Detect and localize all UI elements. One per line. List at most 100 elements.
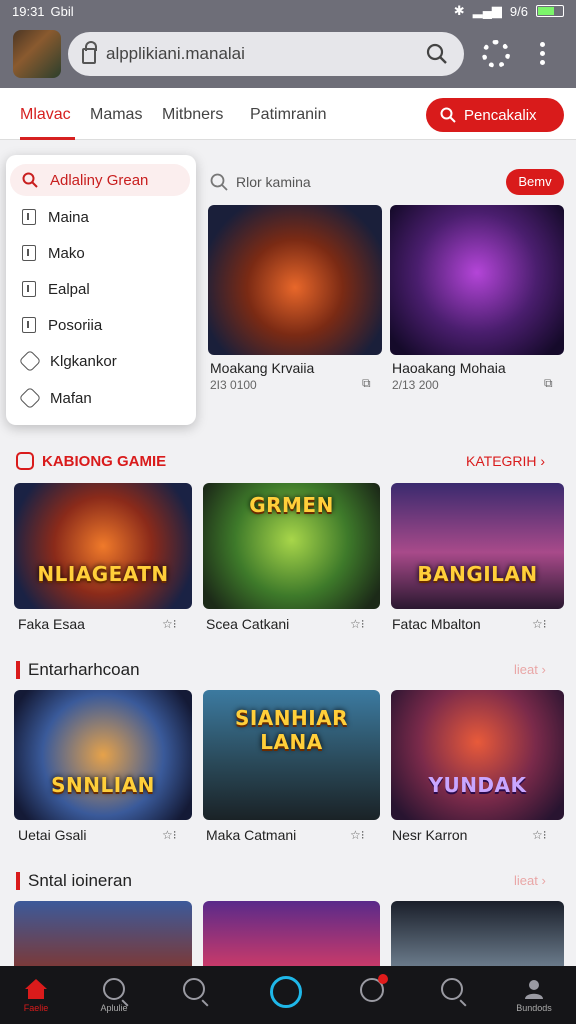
menu-item-6[interactable]: Mafan	[10, 382, 190, 414]
content-search-input[interactable]: Rlor kamina	[204, 166, 494, 198]
section-link-text: lieat	[514, 873, 538, 888]
section-title-text: KABIONG GAMIE	[42, 452, 167, 470]
game-title[interactable]: Scea Catkani	[206, 616, 289, 632]
bluetooth-icon: ✱	[453, 3, 465, 18]
game-logo-text: GRMEN	[249, 493, 334, 517]
tab-3[interactable]: Patimranin	[250, 106, 326, 124]
game-title[interactable]: Uetai Gsali	[18, 827, 86, 843]
search-icon[interactable]	[426, 43, 448, 65]
top-tabs: Mlavac Mamas Mitbners Patimranin Pencaka…	[0, 88, 576, 140]
section-title-text: Entarharhcoan	[28, 660, 140, 679]
bottom-navigation: Faelie Aplulie Bundods	[0, 966, 576, 1024]
nav-notifications[interactable]	[342, 974, 402, 1020]
content-search-placeholder: Rlor kamina	[236, 174, 311, 190]
gallery-icon[interactable]: ⧉	[544, 376, 553, 391]
profile-icon	[525, 980, 543, 999]
game-title[interactable]: Fatac Mbalton	[392, 616, 481, 632]
rating-star-icon: ☆⁝	[532, 828, 547, 842]
game-logo-text: SNNLIAN	[51, 772, 155, 797]
rating-star-icon: ☆⁝	[532, 617, 547, 631]
tab-0[interactable]: Mlavac	[20, 106, 75, 140]
signal-icon: ▂▄▆	[472, 3, 502, 18]
status-bar: 19:31 Gbil ✱ ▂▄▆ 9/6	[0, 0, 576, 22]
menu-item-label: Ealpal	[48, 280, 90, 298]
status-time: 19:31	[12, 3, 45, 19]
search-icon	[103, 978, 125, 1000]
battery-text: 9/6	[509, 3, 528, 19]
game-thumbnail[interactable]: BANGILAN	[391, 483, 564, 609]
game-title[interactable]: Maka Catmani	[206, 827, 296, 843]
search-button-label: Pencakalix	[464, 106, 537, 124]
game-thumbnail[interactable]: NLIAGEATN	[14, 483, 192, 609]
game-title[interactable]: Faka Esaa	[18, 616, 85, 632]
gallery-icon[interactable]: ⧉	[362, 376, 371, 391]
circle-icon	[270, 976, 302, 1008]
menu-item-label: Mako	[48, 244, 85, 262]
game-thumbnail[interactable]	[203, 901, 380, 966]
section-accent-bar	[16, 661, 20, 679]
game-title[interactable]: Moakang Krvaiia	[210, 360, 314, 376]
game-thumbnail[interactable]	[391, 901, 564, 966]
address-bar[interactable]: alpplikiani.manalai	[68, 32, 464, 76]
nav-search[interactable]: Aplulie	[84, 974, 144, 1020]
game-thumbnail[interactable]: SNNLIAN	[14, 690, 192, 820]
section-accent-bar	[16, 872, 20, 890]
game-title[interactable]: Nesr Karron	[392, 827, 467, 843]
section-link[interactable]: lieat ›	[514, 873, 546, 888]
search-button[interactable]: Pencakalix	[426, 98, 564, 132]
url-text: alpplikiani.manalai	[106, 44, 245, 63]
nav-label: Faelie	[23, 1003, 49, 1013]
hexagon-icon	[18, 349, 42, 373]
tab-2[interactable]: Mitbners	[162, 106, 223, 124]
nav-center[interactable]	[256, 974, 316, 1020]
menu-item-label: Maina	[48, 208, 89, 226]
game-thumbnail[interactable]: GRMEN	[203, 483, 380, 609]
menu-item-4[interactable]: Posoriia	[10, 309, 190, 341]
game-thumbnail[interactable]	[14, 901, 192, 966]
game-meta: 2/13 200	[392, 378, 439, 392]
nav-search-2[interactable]	[422, 974, 482, 1020]
rating-star-icon: ☆⁝	[350, 828, 365, 842]
rating-star-icon: ☆⁝	[162, 617, 177, 631]
nav-home[interactable]: Faelie	[6, 974, 66, 1020]
menu-item-label: Posoriia	[48, 316, 103, 334]
lock-icon	[82, 41, 97, 64]
game-title[interactable]: Haoakang Mohaia	[392, 360, 506, 376]
box-icon	[22, 209, 36, 225]
dropdown-menu: Adlaliny Grean Maina Mako Ealpal Posorii…	[6, 155, 196, 425]
box-icon	[22, 317, 36, 333]
demo-button[interactable]: Bemv	[506, 169, 564, 195]
menu-item-2[interactable]: Mako	[10, 237, 190, 269]
game-thumbnail[interactable]: YUNDAK	[391, 690, 564, 820]
site-favicon[interactable]	[13, 30, 61, 78]
game-thumbnail[interactable]	[208, 205, 382, 355]
menu-item-5[interactable]: Klgkankor	[10, 345, 190, 377]
box-icon	[22, 281, 36, 297]
search-icon	[210, 173, 228, 191]
nav-explore[interactable]	[164, 974, 224, 1020]
section-title: Entarharhcoan	[16, 660, 140, 680]
notification-icon	[360, 974, 388, 1002]
sync-icon[interactable]	[482, 40, 510, 68]
search-icon	[441, 978, 463, 1000]
home-icon	[25, 979, 47, 999]
menu-item-0[interactable]: Adlaliny Grean	[10, 164, 190, 196]
game-logo-text: YUNDAK	[428, 772, 527, 797]
nav-profile[interactable]: Bundods	[504, 974, 564, 1020]
section-title-text: Sntal ioineran	[28, 871, 132, 890]
menu-item-1[interactable]: Maina	[10, 201, 190, 233]
section-link[interactable]: lieat ›	[514, 662, 546, 677]
menu-item-3[interactable]: Ealpal	[10, 273, 190, 305]
more-menu-icon[interactable]	[540, 42, 546, 66]
status-carrier: Gbil	[50, 3, 74, 19]
game-thumbnail[interactable]: SIANHIAR LANA	[203, 690, 380, 820]
game-thumbnail[interactable]	[390, 205, 564, 355]
browser-toolbar: alpplikiani.manalai	[0, 22, 576, 88]
section-title: Sntal ioineran	[16, 871, 132, 891]
tab-1[interactable]: Mamas	[90, 106, 142, 124]
menu-item-label: Mafan	[50, 389, 92, 407]
search-icon	[22, 172, 38, 188]
menu-item-label: Adlaliny Grean	[50, 171, 149, 189]
rating-star-icon: ☆⁝	[162, 828, 177, 842]
section-link[interactable]: KATEGRIH ›	[466, 453, 545, 469]
